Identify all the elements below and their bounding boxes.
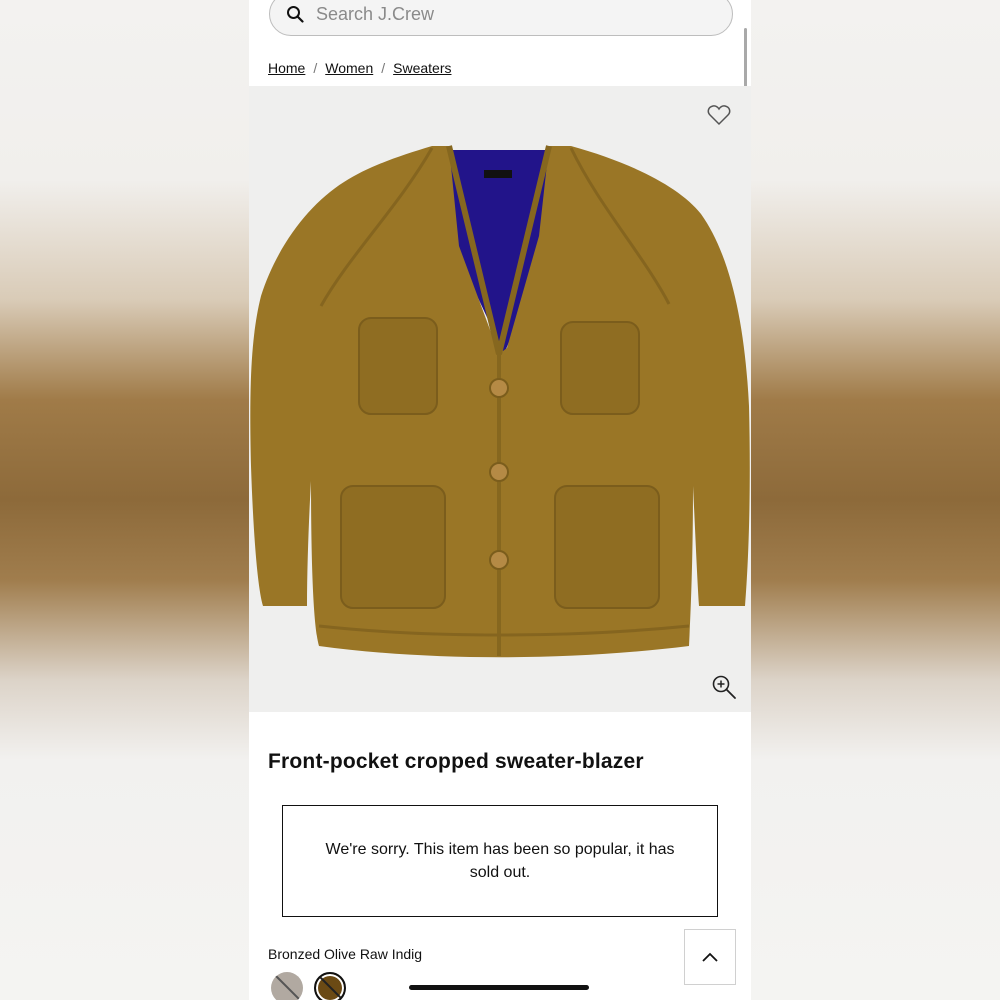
heart-icon[interactable] xyxy=(707,104,731,126)
search-input[interactable]: Search J.Crew xyxy=(316,4,434,25)
unavailable-slash xyxy=(317,974,344,1000)
breadcrumb-home[interactable]: Home xyxy=(268,60,305,76)
home-indicator[interactable] xyxy=(409,985,589,990)
cardigan-illustration xyxy=(250,145,750,658)
search-icon xyxy=(287,6,304,23)
search-bar[interactable]: Search J.Crew xyxy=(269,0,733,36)
breadcrumb-sweaters[interactable]: Sweaters xyxy=(393,60,451,76)
color-swatch-bronzed-olive[interactable] xyxy=(314,972,346,1000)
product-image[interactable] xyxy=(249,86,751,712)
breadcrumb-separator: / xyxy=(313,60,318,76)
color-swatch-grey[interactable] xyxy=(271,972,303,1000)
unavailable-slash xyxy=(272,972,302,1000)
breadcrumb-separator: / xyxy=(381,60,386,76)
product-page: Search J.Crew Home / Women / Sweaters Fr… xyxy=(249,0,751,1000)
breadcrumb: Home / Women / Sweaters xyxy=(268,60,451,76)
chevron-up-icon xyxy=(702,952,718,962)
brand-tag-shape xyxy=(484,170,512,178)
zoom-in-icon[interactable] xyxy=(711,674,737,700)
selected-color-label: Bronzed Olive Raw Indig xyxy=(268,946,423,962)
back-to-top-button[interactable] xyxy=(684,929,736,985)
sold-out-notice: We're sorry. This item has been so popul… xyxy=(282,805,718,917)
sold-out-message: We're sorry. This item has been so popul… xyxy=(325,841,675,881)
breadcrumb-women[interactable]: Women xyxy=(325,60,373,76)
product-title: Front-pocket cropped sweater-blazer xyxy=(268,750,644,773)
